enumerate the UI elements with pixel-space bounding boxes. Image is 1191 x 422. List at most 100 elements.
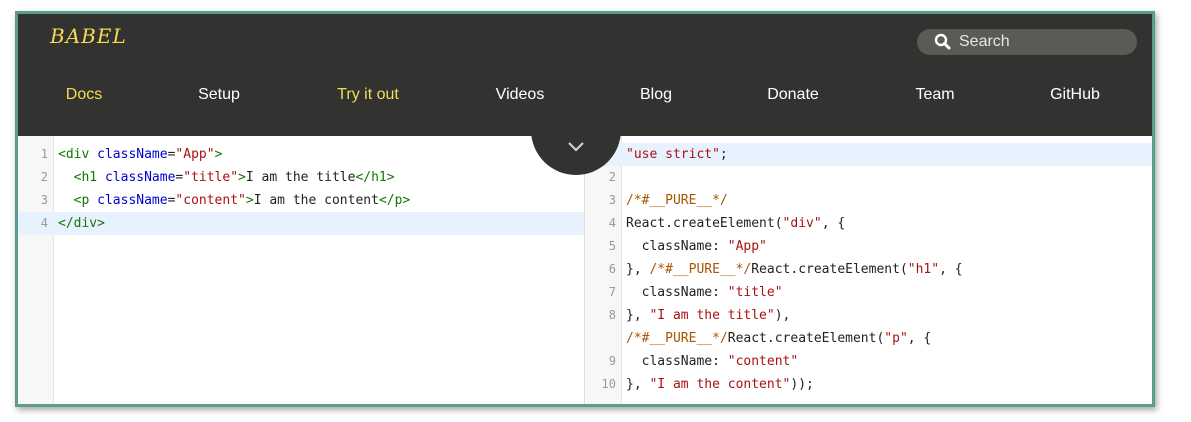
- code-token: ;: [719, 147, 728, 162]
- line-number: 1: [40, 147, 48, 161]
- code-token: React.createElement(: [751, 262, 908, 277]
- code-token: /*#__PURE__*/: [649, 262, 752, 277]
- code-token: },: [626, 377, 650, 392]
- search-box[interactable]: Search: [917, 29, 1137, 55]
- code-text: className: "App": [626, 235, 767, 258]
- code-token: React.createElement(: [626, 216, 783, 231]
- code-line[interactable]: 7 className: "title": [586, 281, 1152, 304]
- code-token: "I am the title": [649, 308, 775, 323]
- code-token: "content": [175, 193, 246, 208]
- code-token: </p>: [378, 193, 411, 208]
- code-token: <p: [58, 193, 98, 208]
- nav-item-videos[interactable]: Videos: [496, 86, 545, 104]
- code-text: <h1 className="title">I am the title</h1…: [58, 166, 395, 189]
- code-token: },: [626, 262, 650, 277]
- code-text: }, "I am the title"),: [626, 304, 790, 327]
- line-number: 3: [40, 193, 48, 207]
- code-line[interactable]: 1 <div className="App">: [18, 143, 584, 166]
- line-number: 8: [608, 308, 616, 322]
- nav-item-try-it-out[interactable]: Try it out: [337, 86, 399, 104]
- line-number: 2: [40, 170, 48, 184]
- code-token: "I am the content": [649, 377, 791, 392]
- code-token: "use strict": [626, 147, 720, 162]
- code-line[interactable]: 3 <p className="content">I am the conten…: [18, 189, 584, 212]
- code-text: className: "content": [626, 350, 799, 373]
- code-line[interactable]: 9 className: "content": [586, 350, 1152, 373]
- code-token: </h1>: [355, 170, 395, 185]
- nav-item-docs[interactable]: Docs: [66, 86, 102, 104]
- code-token: className:: [626, 354, 728, 369]
- search-icon: [933, 33, 953, 51]
- nav-item-blog[interactable]: Blog: [640, 86, 672, 104]
- code-token: I am the title: [245, 170, 356, 185]
- nav-item-donate[interactable]: Donate: [767, 86, 819, 104]
- code-text: /*#__PURE__*/React.createElement("p", {: [626, 327, 931, 350]
- code-token: },: [626, 308, 650, 323]
- line-number: 5: [608, 239, 616, 253]
- code-token: className: [97, 193, 168, 208]
- code-line[interactable]: 10}, "I am the content"));: [586, 373, 1152, 396]
- code-line[interactable]: 4 </div>: [18, 212, 584, 235]
- line-number: 10: [601, 377, 616, 391]
- code-token: >: [245, 193, 254, 208]
- code-line[interactable]: /*#__PURE__*/React.createElement("p", {: [586, 327, 1152, 350]
- code-line[interactable]: 3 /*#__PURE__*/: [586, 189, 1152, 212]
- nav-item-setup[interactable]: Setup: [198, 86, 240, 104]
- code-token: <h1: [58, 170, 105, 185]
- code-line[interactable]: 6}, /*#__PURE__*/React.createElement("h1…: [586, 258, 1152, 281]
- code-token: , {: [907, 331, 932, 346]
- line-number: 6: [608, 262, 616, 276]
- code-token: React.createElement(: [727, 331, 885, 346]
- code-token: "div": [782, 216, 822, 231]
- code-text: <div className="App">: [58, 143, 222, 166]
- code-token: </div>: [58, 216, 105, 231]
- search-input[interactable]: Search: [959, 33, 1010, 51]
- line-number: 3: [608, 193, 616, 207]
- babel-repl-window: BABEL Search Docs Setup Try it out Videos Bl…: [15, 11, 1155, 407]
- code-token: >: [214, 147, 223, 162]
- code-token: "App": [727, 239, 767, 254]
- code-token: "p": [884, 331, 908, 346]
- line-number: 4: [40, 216, 48, 230]
- code-text: "use strict";: [626, 143, 728, 166]
- code-token: className:: [626, 285, 728, 300]
- code-token: "h1": [907, 262, 940, 277]
- code-token: , {: [821, 216, 846, 231]
- code-token: /*#__PURE__*/: [626, 331, 728, 346]
- code-text: className: "title": [626, 281, 783, 304]
- chevron-down-icon: [568, 142, 584, 152]
- code-text: }, /*#__PURE__*/React.createElement("h1"…: [626, 258, 963, 281]
- code-line[interactable]: 5 className: "App": [586, 235, 1152, 258]
- nav-item-team[interactable]: Team: [915, 86, 954, 104]
- code-token: className:: [626, 239, 728, 254]
- code-token: "title": [727, 285, 783, 300]
- code-token: /*#__PURE__*/: [626, 193, 728, 208]
- code-line[interactable]: 2 <h1 className="title">I am the title</…: [18, 166, 584, 189]
- code-text: }, "I am the content"));: [626, 373, 814, 396]
- code-token: >: [238, 170, 246, 185]
- nav-item-github[interactable]: GitHub: [1050, 86, 1100, 104]
- code-text: </div>: [58, 212, 105, 235]
- code-token: "content": [727, 354, 799, 369]
- code-token: className: [104, 170, 176, 185]
- line-number: 4: [608, 216, 616, 230]
- code-token: "App": [175, 147, 215, 162]
- code-token: ));: [790, 377, 814, 392]
- code-line[interactable]: "use strict";: [586, 143, 1152, 166]
- main-nav: Docs Setup Try it out Videos Blog Donate Team G…: [18, 86, 1152, 116]
- code-token: className: [97, 147, 168, 162]
- code-line[interactable]: 2: [586, 166, 1152, 189]
- code-text: /*#__PURE__*/: [626, 189, 728, 212]
- input-code-editor[interactable]: 1 <div className="App"> 2 <h1 className="t…: [18, 136, 585, 404]
- code-token: <div: [58, 147, 98, 162]
- babel-logo[interactable]: BABEL: [50, 24, 127, 48]
- line-number: 9: [608, 354, 616, 368]
- line-number: 7: [608, 285, 616, 299]
- output-code-editor[interactable]: "use strict"; 2 3/*#__PURE__*/4 React.creat…: [586, 136, 1152, 404]
- code-text: <p className="content">I am the content<…: [58, 189, 411, 212]
- code-text: React.createElement("div", {: [626, 212, 845, 235]
- code-line[interactable]: 8}, "I am the title"),: [586, 304, 1152, 327]
- code-line[interactable]: 4 React.createElement("div", {: [586, 212, 1152, 235]
- code-token: ),: [774, 308, 791, 323]
- code-token: "title": [183, 170, 239, 185]
